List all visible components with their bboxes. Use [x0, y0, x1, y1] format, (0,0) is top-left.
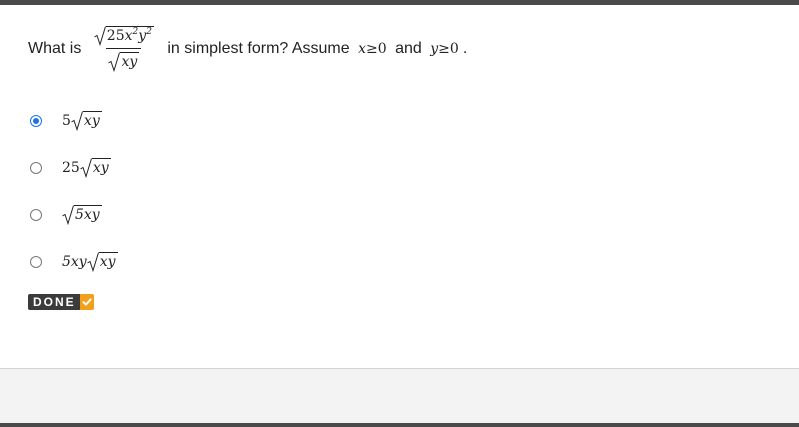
footer-panel [0, 368, 799, 424]
answer-sqrt-4: xy [86, 251, 118, 272]
answer-expression-2: 25 xy [62, 157, 111, 178]
radical-sign-icon [71, 110, 83, 131]
answer-expression-4: 5xy xy [62, 251, 118, 272]
radio-button-4[interactable] [30, 255, 42, 268]
numerator-exp-y: 2 [146, 27, 152, 37]
question-joiner: and [390, 40, 427, 57]
answer-option-4[interactable]: 5xy xy [30, 238, 118, 285]
answer-sqrt-3: 5xy [62, 204, 102, 225]
numerator-coef: 25 [106, 28, 125, 44]
fraction-numerator: 25x2y2 [92, 26, 156, 48]
radical-sign-icon [80, 157, 92, 178]
question-end: . [462, 40, 468, 57]
top-bar [0, 0, 799, 5]
answer-sqrt-2: xy [80, 157, 111, 178]
radical-sign-icon [108, 52, 121, 72]
condition-x: x≥0 [358, 41, 387, 57]
numerator-sqrt: 25x2y2 [94, 26, 154, 46]
done-label: DONE [28, 294, 80, 310]
check-icon [79, 294, 94, 310]
fraction-denominator: xy [106, 48, 142, 72]
answer-sqrt-1: xy [71, 110, 102, 131]
denominator-sqrt: xy [108, 52, 140, 72]
radical-sign-icon [94, 26, 106, 46]
question-middle: in simplest form? Assume [162, 40, 355, 57]
radical-sign-icon [86, 251, 99, 272]
question-text: What is 25x2y2 xy in simplest form? Assu… [28, 17, 467, 81]
condition-y: y≥0 [430, 41, 459, 57]
answer-expression-3: 5xy [62, 204, 102, 225]
question-prefix: What is [28, 40, 86, 57]
radio-button-1[interactable] [30, 114, 42, 127]
radio-button-3[interactable] [30, 208, 42, 221]
numerator-var-x: x [124, 28, 133, 44]
question-fraction: 25x2y2 xy [92, 26, 156, 72]
bottom-bar [0, 423, 799, 427]
answer-option-3[interactable]: 5xy [30, 191, 118, 238]
numerator-var-y: y [138, 28, 147, 44]
answer-expression-1: 5 xy [62, 110, 102, 131]
denominator-radicand: xy [120, 52, 140, 70]
answer-options: 5 xy 25 xy 5xy 5xy xy [30, 97, 118, 285]
radio-button-2[interactable] [30, 161, 42, 174]
done-button[interactable]: DONE [28, 294, 94, 310]
answer-option-2[interactable]: 25 xy [30, 144, 118, 191]
answer-option-1[interactable]: 5 xy [30, 97, 118, 144]
radical-sign-icon [62, 204, 74, 225]
